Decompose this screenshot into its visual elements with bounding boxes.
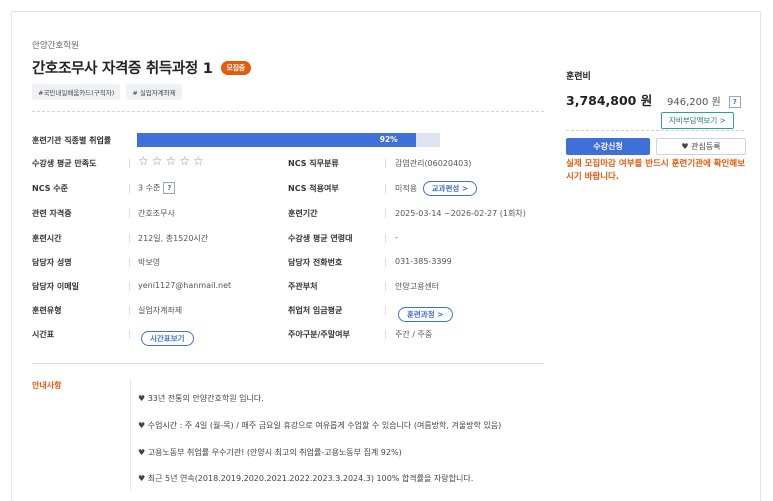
notice-line: ♥ 수업시간 : 주 4일 (월-목) / 매주 금요일 휴강으로 여유롭게 수… <box>138 421 502 430</box>
ncs-level-help-icon[interactable]: ? <box>163 182 176 194</box>
favorite-label: 관심등록 <box>691 142 721 151</box>
self-pay-value: 946,200 원 <box>667 97 721 108</box>
age-value: - <box>395 233 398 242</box>
hours-label: 훈련시간 <box>32 234 62 243</box>
timetable-button[interactable]: 시간표보기 <box>141 331 194 346</box>
age-label: 수강생 평균 연령대 <box>288 234 353 243</box>
tag-card: #국민내일배움카드(구직자) <box>32 84 121 100</box>
wage-label: 취업처 임금평균 <box>288 306 343 315</box>
ncs-applied: 미적용 교과편성 > <box>395 181 478 196</box>
warning-text: 실제 모집마감 여부를 반드시 훈련기관에 확인해보시기 바랍니다. <box>566 159 746 182</box>
notice-line: ♥ 고용노동부 취업률 우수기관! (안양시 최고의 취업률-고용노동부 집계 … <box>138 448 402 457</box>
period-value: 2025-03-14 ~2026-02-27 (1회차) <box>395 209 526 218</box>
notice-line: ♥ 33년 전통의 안양간호학원 입니다. <box>138 394 264 403</box>
manager-label: 담당자 성명 <box>32 258 72 267</box>
period-label: 훈련기간 <box>288 209 318 218</box>
divider <box>32 363 544 364</box>
divider <box>32 111 544 112</box>
hours-value: 212일, 총1520시간 <box>138 234 209 243</box>
self-pay: 946,200 원? <box>667 93 741 108</box>
employment-rate-label: 훈련기관 직종별 취업률 <box>32 136 112 145</box>
course-detail-panel: 안양간호학원 간호조무사 자격증 취득과정 1 모집중 #국민내일배움카드(구직자… <box>11 11 761 501</box>
daytime-label: 주야구분/주말여부 <box>288 330 350 339</box>
employment-rate-fill <box>137 133 416 147</box>
employment-rate-value: 92% <box>379 135 398 144</box>
notice-title: 안내사항 <box>32 381 62 390</box>
wage-action: 훈련과정 > <box>398 302 453 322</box>
curriculum-button[interactable]: 교과편성 > <box>422 181 478 196</box>
tag-account: # 실업자계좌제 <box>126 84 182 100</box>
cert-label: 관련 자격증 <box>32 209 72 218</box>
self-pay-button[interactable]: 자비부담액보기 > <box>661 112 734 129</box>
divider <box>566 130 744 131</box>
phone-value: 031-385-3399 <box>395 257 452 266</box>
fee-price: 3,784,800 원 <box>566 93 653 108</box>
favorite-button[interactable]: ♥ 관심등록 <box>656 138 746 155</box>
satisfaction-label: 수강생 평균 만족도 <box>32 159 97 168</box>
manager-value: 박보영 <box>138 258 161 267</box>
ncs-applied-label: NCS 적용여부 <box>288 184 339 193</box>
ncs-level-label: NCS 수준 <box>32 184 68 193</box>
page-title: 간호조무사 자격증 취득과정 1 모집중 <box>32 57 251 78</box>
email-label: 담당자 이메일 <box>32 282 79 291</box>
institution-name: 안양간호학원 <box>32 41 79 51</box>
self-pay-help-icon[interactable]: ? <box>728 96 741 108</box>
ncs-applied-value: 미적용 <box>395 184 418 193</box>
schedule-label: 시간표 <box>32 330 55 339</box>
ncs-category-label: NCS 직무분류 <box>288 159 339 168</box>
cert-value: 간호조무사 <box>138 209 175 218</box>
status-badge: 모집중 <box>220 61 251 75</box>
course-info-button[interactable]: 훈련과정 > <box>398 307 453 322</box>
type-label: 훈련유형 <box>32 306 62 315</box>
phone-label: 담당자 전화번호 <box>288 258 343 267</box>
type-value: 실업자계좌제 <box>138 306 183 315</box>
course-title: 간호조무사 자격증 취득과정 1 <box>32 61 213 77</box>
employment-rate-bar: 92% <box>137 133 440 147</box>
heart-icon: ♥ <box>681 142 689 151</box>
notice-line: ♥ 최근 5년 연속(2018.2019.2020.2021.2022.2023… <box>138 474 474 483</box>
ministry-label: 주관부처 <box>288 282 318 291</box>
satisfaction-stars: ☆☆☆☆☆ <box>138 154 207 168</box>
schedule-action: 시간표보기 <box>141 326 194 346</box>
ministry-value: 안양고용센터 <box>395 282 440 291</box>
ncs-category-value: 감염관리(06020403) <box>395 159 472 168</box>
apply-button[interactable]: 수강신청 <box>566 138 650 155</box>
fee-label: 훈련비 <box>566 72 591 82</box>
ncs-level: 3 수준? <box>138 182 176 194</box>
email-value: yeni1127@hanmail.net <box>138 281 232 290</box>
course-tags: #국민내일배움카드(구직자) # 실업자계좌제 <box>32 80 188 100</box>
ncs-level-value: 3 수준 <box>138 183 161 193</box>
daytime-value: 주간 / 주중 <box>395 330 433 339</box>
